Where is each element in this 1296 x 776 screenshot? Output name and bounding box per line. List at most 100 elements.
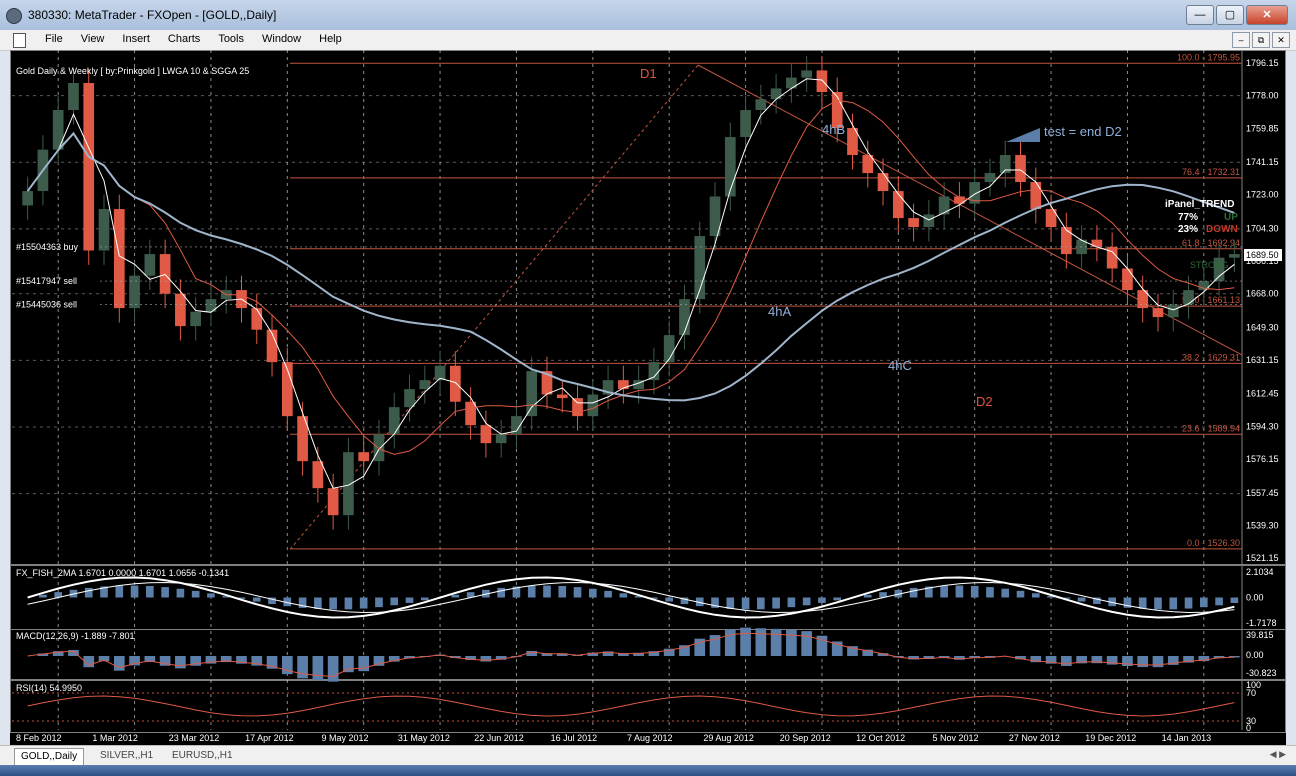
rsi-axis-tick: 70 — [1246, 688, 1256, 698]
date-axis-tick: 16 Jul 2012 — [551, 733, 598, 743]
date-axis-tick: 20 Sep 2012 — [780, 733, 831, 743]
chart-annotation-label: 4hB — [822, 122, 845, 137]
chart-annotation-label: 4hA — [768, 304, 791, 319]
date-axis-tick: 23 Mar 2012 — [169, 733, 220, 743]
bullish-candle — [724, 137, 736, 197]
price-chart[interactable]: 1796.15 1778.00 1759.85 1741.15 1723.00 1704.… — [10, 50, 1286, 745]
test-end-arrow-icon — [1006, 128, 1040, 142]
bearish-candle — [816, 70, 828, 93]
bullish-candle — [801, 70, 813, 78]
bullish-candle — [68, 83, 79, 111]
date-axis-tick: 17 Apr 2012 — [245, 733, 294, 743]
chart-minimize-button[interactable]: – — [1232, 32, 1250, 48]
bearish-candle — [877, 173, 889, 192]
macd-signal-line — [27, 632, 1235, 678]
date-axis-tick: 1 Mar 2012 — [92, 733, 138, 743]
date-axis-tick: 22 Jun 2012 — [474, 733, 524, 743]
bearish-candle — [312, 461, 324, 489]
bearish-candle — [449, 365, 461, 402]
ipanel-down-label: DOWN — [1206, 224, 1238, 235]
price-axis-tick: 1796.15 — [1246, 58, 1279, 68]
bearish-candle — [556, 394, 568, 399]
chart-annotation-label: D1 — [640, 66, 657, 81]
macd-axis-tick: -30.823 — [1246, 668, 1277, 678]
tab-gold-daily[interactable]: GOLD,,Daily — [14, 748, 85, 765]
bullish-candle — [1229, 254, 1240, 258]
menu-charts[interactable]: Charts — [159, 33, 209, 45]
fib-level-label: 76.4 - 1732.31 — [1182, 167, 1240, 177]
bullish-candle — [22, 191, 33, 206]
bullish-candle — [419, 380, 431, 390]
bearish-candle — [1030, 182, 1042, 210]
close-button[interactable]: ✕ — [1246, 5, 1288, 25]
price-axis-tick: 1557.45 — [1246, 488, 1279, 498]
tab-silver-h1[interactable]: SILVER,,H1 — [94, 748, 159, 764]
bearish-candle — [908, 218, 919, 228]
bearish-candle — [465, 401, 476, 426]
price-axis-tick: 1612.45 — [1246, 389, 1279, 399]
chart-annotation-label: D2 — [976, 394, 993, 409]
menu-tools[interactable]: Tools — [209, 33, 253, 45]
bearish-candle — [175, 293, 186, 327]
bullish-candle — [129, 275, 140, 309]
bearish-candle — [480, 425, 492, 444]
bearish-candle — [327, 488, 339, 516]
minimize-button[interactable]: — — [1186, 5, 1214, 25]
chart-restore-button[interactable]: ⧉ — [1252, 32, 1270, 48]
bearish-candle — [83, 83, 95, 251]
tab-scroll-arrows-icon[interactable]: ◀ ▶ — [1270, 749, 1286, 760]
price-axis-tick: 1631.15 — [1246, 355, 1279, 365]
bullish-candle — [755, 99, 767, 111]
price-axis-tick: 1778.00 — [1246, 91, 1279, 101]
date-axis-tick: 5 Nov 2012 — [933, 733, 979, 743]
price-axis-tick: 1521.15 — [1246, 553, 1279, 563]
bullish-candle — [52, 110, 64, 150]
chart-window[interactable]: 1796.15 1778.00 1759.85 1741.15 1723.00 1704.… — [10, 50, 1286, 745]
order-label: #15504363 buy — [16, 242, 79, 252]
panel-border — [10, 629, 1286, 680]
bearish-candle — [1122, 268, 1133, 291]
mid-moving-average-line — [27, 99, 1235, 455]
fib-level-label: 0.0 - 1526.30 — [1187, 538, 1240, 548]
bearish-candle — [358, 452, 370, 462]
date-axis-tick: 8 Feb 2012 — [16, 733, 62, 743]
menu-help[interactable]: Help — [310, 33, 351, 45]
fisher-axis-tick: 2.1034 — [1246, 567, 1274, 577]
date-axis-tick: 29 Aug 2012 — [703, 733, 754, 743]
bullish-candle — [770, 88, 782, 100]
date-axis-tick: 12 Oct 2012 — [856, 733, 905, 743]
bearish-candle — [1152, 308, 1164, 318]
chart-annotation-label: test = end D2 — [1044, 124, 1122, 139]
tab-eurusd-h1[interactable]: EURUSD,,H1 — [166, 748, 239, 764]
bearish-candle — [113, 209, 125, 309]
metatrader-app-icon[interactable] — [6, 8, 22, 24]
chart-annotation-label: 4hC — [888, 358, 912, 373]
bearish-candle — [1015, 155, 1026, 183]
macd-axis-tick: 39.815 — [1246, 630, 1274, 640]
price-axis-tick: 1668.00 — [1246, 289, 1279, 299]
order-label: #15417947 sell — [16, 276, 77, 286]
date-axis-tick: 7 Aug 2012 — [627, 733, 673, 743]
menu-file[interactable]: File — [36, 33, 72, 45]
menu-view[interactable]: View — [72, 33, 114, 45]
bullish-candle — [190, 311, 202, 327]
ipanel-up-label: UP — [1224, 212, 1238, 223]
ipanel-title: iPanel_TREND — [1165, 199, 1234, 210]
date-axis-tick: 9 May 2012 — [322, 733, 369, 743]
macd-axis-tick: 0.00 — [1246, 650, 1264, 660]
fisher-axis-tick: -1.7178 — [1246, 618, 1277, 628]
bullish-candle — [404, 389, 415, 408]
bullish-candle — [923, 214, 935, 228]
chart-header-label: Gold Daily & Weekly [ by:Prinkgold ] LWG… — [16, 66, 249, 76]
maximize-button[interactable]: ▢ — [1216, 5, 1244, 25]
bullish-candle — [373, 434, 385, 462]
chart-document-icon[interactable] — [13, 33, 26, 48]
chart-close-button[interactable]: ✕ — [1272, 32, 1290, 48]
price-axis-tick: 1594.30 — [1246, 421, 1279, 431]
menu-window[interactable]: Window — [253, 33, 310, 45]
bullish-candle — [938, 196, 950, 215]
bullish-candle — [984, 173, 996, 183]
menu-insert[interactable]: Insert — [113, 33, 159, 45]
bullish-candle — [587, 394, 599, 417]
order-label: #15445036 sell — [16, 299, 77, 309]
